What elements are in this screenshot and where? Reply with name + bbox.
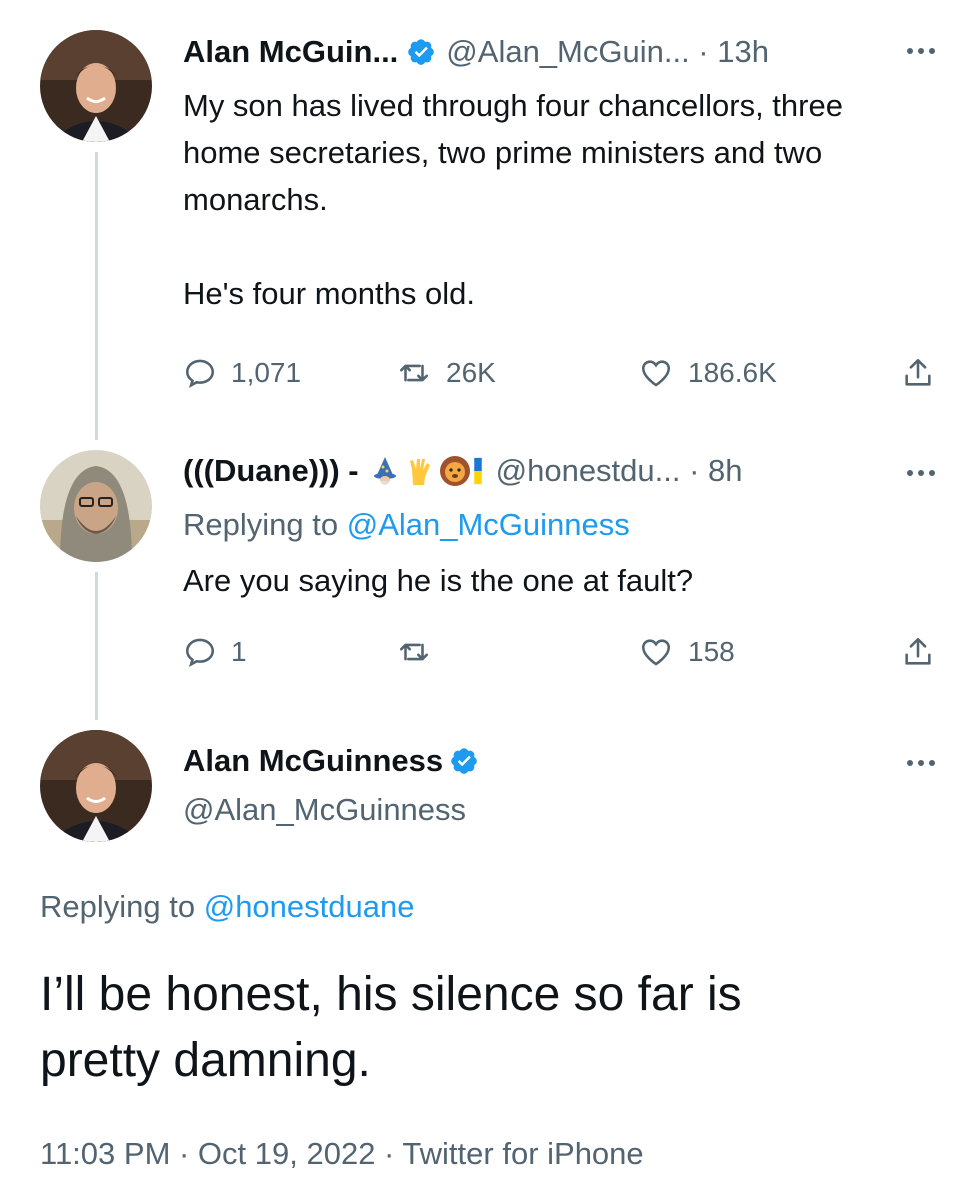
avatar[interactable] (40, 730, 152, 842)
verified-badge-icon (451, 748, 477, 774)
like-button[interactable]: 158 (638, 635, 735, 669)
tweet-timestamp-source[interactable]: 11:03 PM · Oct 19, 2022 · Twitter for iP… (40, 1136, 644, 1172)
wizard-emoji (373, 457, 396, 485)
replying-to: Replying to @honestduane (40, 889, 414, 925)
avatar[interactable] (40, 30, 152, 142)
handle-timestamp[interactable]: @honestdu... · 8h (496, 453, 743, 489)
reply-icon (185, 638, 215, 667)
share-button[interactable] (901, 356, 935, 390)
thread-line (95, 572, 98, 720)
verified-badge-icon (408, 39, 435, 65)
reply-count: 1 (231, 636, 247, 667)
tweet-text: My son has lived through four chancellor… (183, 88, 843, 311)
more-options-icon[interactable] (907, 760, 935, 766)
replying-to: Replying to @Alan_McGuinness (183, 507, 630, 543)
reply-button[interactable]: 1,071 (183, 356, 301, 390)
author-handle[interactable]: @Alan_McGuinness (183, 792, 466, 828)
retweet-button[interactable] (396, 635, 446, 669)
thread-line (95, 152, 98, 440)
tweet-actions: 1,071 26K 186.6K (183, 356, 938, 396)
share-icon (905, 637, 931, 665)
tweet-actions: 1 158 (183, 635, 938, 675)
like-count: 158 (688, 636, 735, 667)
replying-prefix: Replying to (183, 507, 347, 542)
share-icon (905, 358, 931, 386)
tweet-header: Alan McGuin... @Alan_McGuin... · 13h (183, 34, 769, 70)
tweet-header: (((Duane))) - @honestdu... · 8h (183, 453, 743, 489)
tweet-text: I’ll be honest, his silence so far is pr… (40, 968, 742, 1087)
more-options-icon[interactable] (907, 470, 935, 476)
more-options-icon[interactable] (907, 48, 935, 54)
reply-icon (185, 359, 215, 388)
heart-icon (641, 639, 671, 666)
author-name[interactable]: Alan McGuin... (183, 34, 398, 70)
author-name[interactable]: Alan McGuinness (183, 743, 443, 779)
retweet-icon (399, 364, 429, 382)
replying-to-link[interactable]: @Alan_McGuinness (347, 507, 630, 542)
like-count: 186.6K (688, 357, 777, 388)
retweet-count: 26K (446, 357, 496, 388)
tweet-text: Are you saying he is the one at fault? (183, 563, 694, 598)
handle-timestamp[interactable]: @Alan_McGuin... · 13h (446, 34, 769, 70)
reply-count: 1,071 (231, 357, 302, 388)
author-name[interactable]: (((Duane))) - (183, 453, 359, 489)
heart-icon (641, 360, 671, 387)
tweet-header: Alan McGuinness (183, 743, 489, 779)
avatar[interactable] (40, 450, 152, 562)
vulcan-salute-emoji (409, 459, 430, 485)
lion-emoji (439, 456, 470, 486)
retweet-icon (399, 643, 429, 661)
like-button[interactable]: 186.6K (638, 356, 777, 390)
reply-button[interactable]: 1 (183, 635, 247, 669)
replying-prefix: Replying to (40, 889, 204, 924)
share-button[interactable] (901, 635, 935, 669)
ukraine-flag-emoji (473, 457, 482, 485)
replying-to-link[interactable]: @honestduane (204, 889, 415, 924)
retweet-button[interactable]: 26K (396, 356, 496, 390)
